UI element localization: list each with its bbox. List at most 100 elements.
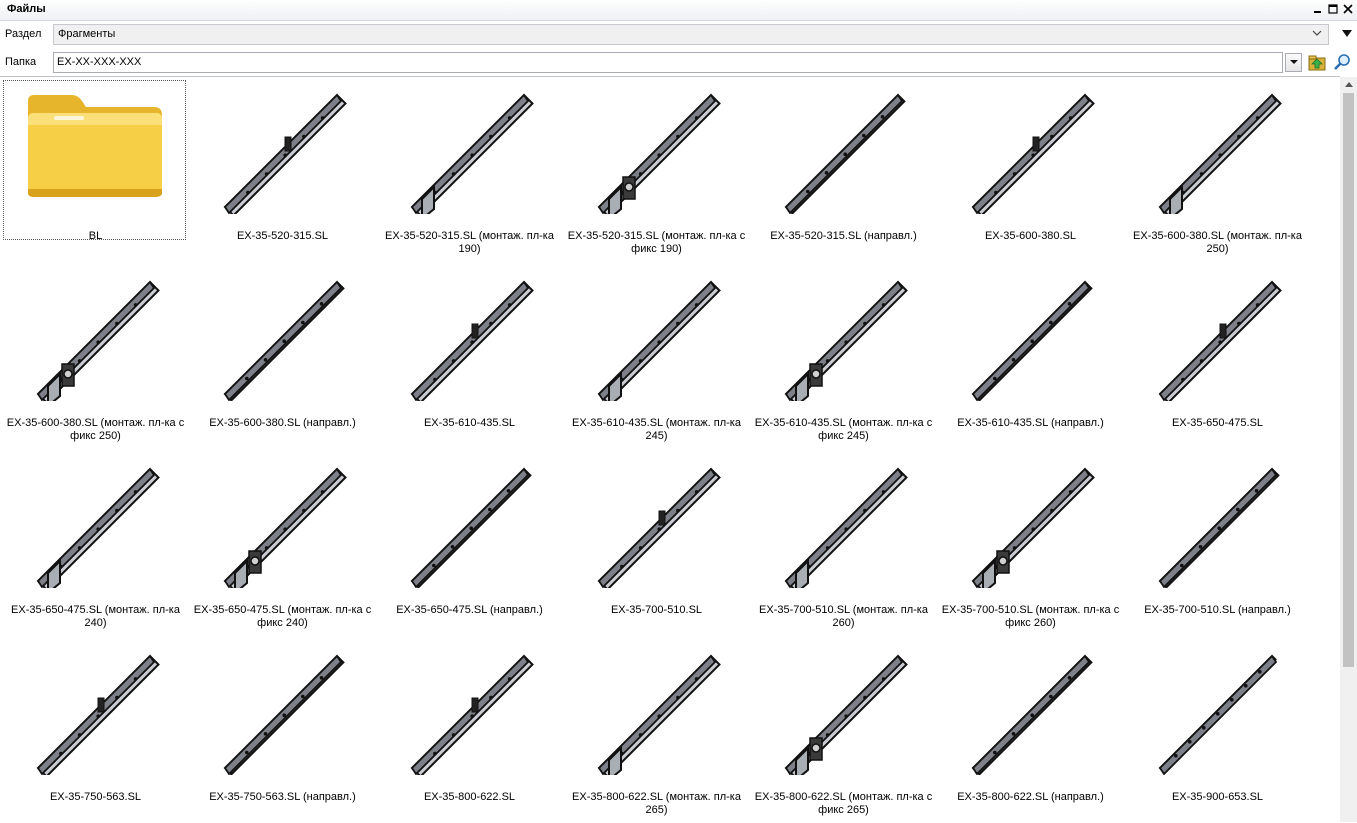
part-thumbnail-icon bbox=[591, 89, 721, 222]
file-item[interactable]: EX-35-650-475.SL bbox=[1124, 266, 1311, 453]
file-item-label: EX-35-610-435.SL (монтаж. пл-ка с фикс 2… bbox=[754, 417, 933, 442]
file-item-label: EX-35-600-380.SL (монтаж. пл-ка с фикс 2… bbox=[6, 417, 185, 442]
part-thumbnail-icon bbox=[778, 463, 908, 596]
part-thumbnail-icon bbox=[404, 650, 534, 778]
file-item[interactable]: EX-35-700-510.SL (направл.) bbox=[1124, 453, 1311, 640]
part-thumbnail-icon bbox=[591, 463, 721, 591]
file-item[interactable]: EX-35-700-510.SL bbox=[563, 453, 750, 640]
file-item-label: EX-35-800-622.SL (монтаж. пл-ка с фикс 2… bbox=[754, 791, 933, 816]
search-icon bbox=[1334, 54, 1350, 70]
folder-label: Папка bbox=[5, 56, 37, 68]
maximize-icon[interactable] bbox=[1327, 2, 1338, 16]
file-item-label: EX-35-700-510.SL (монтаж. пл-ка с фикс 2… bbox=[941, 604, 1120, 629]
part-thumbnail-icon bbox=[1152, 463, 1282, 589]
file-item[interactable]: EX-35-800-622.SL (направл.) bbox=[937, 640, 1124, 823]
file-item[interactable]: EX-35-520-315.SL (монтаж. пл-ка 190) bbox=[376, 79, 563, 266]
file-item[interactable]: EX-35-750-563.SL bbox=[2, 640, 189, 823]
folder-icon bbox=[24, 89, 162, 214]
file-item[interactable]: EX-35-650-475.SL (направл.) bbox=[376, 453, 563, 640]
file-item[interactable]: EX-35-650-475.SL (монтаж. пл-ка 240) bbox=[2, 453, 189, 640]
file-item-label: EX-35-610-435.SL (направл.) bbox=[957, 417, 1104, 429]
section-label: Раздел bbox=[5, 28, 42, 40]
file-item-label: EX-35-650-475.SL (монтаж. пл-ка с фикс 2… bbox=[193, 604, 372, 629]
file-item-label: EX-35-750-563.SL (направл.) bbox=[209, 791, 356, 803]
folder-up-icon bbox=[1308, 55, 1326, 71]
file-item-label: EX-35-800-622.SL (монтаж. пл-ка 265) bbox=[572, 791, 741, 816]
folder-item[interactable]: BL bbox=[3, 80, 186, 242]
file-item[interactable]: EX-35-600-380.SL (монтаж. пл-ка 250) bbox=[1124, 79, 1311, 266]
part-thumbnail-icon bbox=[778, 276, 908, 409]
file-item[interactable]: EX-35-650-475.SL (монтаж. пл-ка с фикс 2… bbox=[189, 453, 376, 640]
chevron-down-icon bbox=[1312, 30, 1322, 36]
part-thumbnail-icon bbox=[1152, 276, 1282, 404]
part-thumbnail-icon bbox=[217, 650, 347, 776]
file-item[interactable]: EX-35-610-435.SL (направл.) bbox=[937, 266, 1124, 453]
section-select[interactable]: Фрагменты bbox=[53, 24, 1329, 45]
file-item[interactable]: EX-35-600-380.SL (направл.) bbox=[189, 266, 376, 453]
part-thumbnail-icon bbox=[591, 650, 721, 783]
file-item-label: EX-35-700-510.SL bbox=[610, 604, 703, 616]
triangle-down-icon bbox=[1289, 60, 1298, 64]
file-item[interactable]: EX-35-800-622.SL (монтаж. пл-ка 265) bbox=[563, 640, 750, 823]
file-item-label: EX-35-800-622.SL (направл.) bbox=[957, 791, 1104, 803]
file-item-label: EX-35-900-653.SL bbox=[1171, 791, 1264, 803]
file-item-label: EX-35-520-315.SL (монтаж. пл-ка с фикс 1… bbox=[567, 230, 746, 255]
file-item-label: EX-35-700-510.SL (направл.) bbox=[1144, 604, 1291, 616]
file-item[interactable]: EX-35-600-380.SL bbox=[937, 79, 1124, 266]
file-item[interactable]: EX-35-520-315.SL (направл.) bbox=[750, 79, 937, 266]
file-item[interactable]: EX-35-610-435.SL bbox=[376, 266, 563, 453]
file-item[interactable]: EX-35-520-315.SL bbox=[189, 79, 376, 266]
file-grid: BL EX-35-520-315.SL EX-35-520-315.SL (монт… bbox=[2, 79, 1311, 823]
part-thumbnail-icon bbox=[404, 463, 534, 589]
file-item[interactable]: EX-35-610-435.SL (монтаж. пл-ка 245) bbox=[563, 266, 750, 453]
file-item[interactable]: EX-35-800-622.SL (монтаж. пл-ка с фикс 2… bbox=[750, 640, 937, 823]
part-thumbnail-icon bbox=[591, 276, 721, 409]
part-thumbnail-icon bbox=[965, 650, 1095, 776]
file-item[interactable]: EX-35-700-510.SL (монтаж. пл-ка с фикс 2… bbox=[937, 453, 1124, 640]
file-item[interactable]: EX-35-600-380.SL (монтаж. пл-ка с фикс 2… bbox=[2, 266, 189, 453]
file-item[interactable]: EX-35-800-622.SL bbox=[376, 640, 563, 823]
file-item[interactable]: EX-35-750-563.SL (направл.) bbox=[189, 640, 376, 823]
search-button[interactable] bbox=[1332, 52, 1352, 72]
part-thumbnail-icon bbox=[404, 89, 534, 222]
folder-dropdown-button[interactable] bbox=[1285, 53, 1302, 72]
part-thumbnail-icon bbox=[217, 463, 347, 596]
file-item-label: EX-35-610-435.SL (монтаж. пл-ка 245) bbox=[572, 417, 741, 442]
file-item-label: EX-35-600-380.SL (монтаж. пл-ка 250) bbox=[1133, 230, 1302, 255]
file-item-label: EX-35-520-315.SL (монтаж. пл-ка 190) bbox=[385, 230, 554, 255]
vertical-scrollbar[interactable] bbox=[1340, 77, 1357, 822]
section-value: Фрагменты bbox=[58, 28, 116, 40]
file-item[interactable]: EX-35-520-315.SL (монтаж. пл-ка с фикс 1… bbox=[563, 79, 750, 266]
file-item-label: EX-35-610-435.SL bbox=[423, 417, 516, 429]
file-item[interactable]: EX-35-610-435.SL (монтаж. пл-ка с фикс 2… bbox=[750, 266, 937, 453]
part-thumbnail-icon bbox=[30, 276, 160, 409]
file-grid-view: BL EX-35-520-315.SL EX-35-520-315.SL (монт… bbox=[0, 76, 1340, 823]
part-thumbnail-icon bbox=[965, 89, 1095, 217]
part-thumbnail-icon bbox=[1152, 89, 1282, 222]
part-thumbnail-icon bbox=[965, 463, 1095, 596]
file-item[interactable]: EX-35-900-653.SL bbox=[1124, 640, 1311, 823]
file-item-label: EX-35-750-563.SL bbox=[49, 791, 142, 803]
part-thumbnail-icon bbox=[217, 89, 347, 217]
section-menu-icon[interactable] bbox=[1337, 24, 1357, 44]
file-item-label: EX-35-520-315.SL (направл.) bbox=[770, 230, 917, 242]
window-title: Файлы bbox=[7, 3, 46, 15]
close-icon[interactable] bbox=[1342, 2, 1353, 16]
file-item-label: EX-35-600-380.SL (направл.) bbox=[209, 417, 356, 429]
part-thumbnail-icon bbox=[1152, 650, 1282, 776]
part-thumbnail-icon bbox=[778, 650, 908, 783]
folder-path-value: EX-XX-XXX-XXX bbox=[57, 56, 142, 68]
scrollbar-thumb[interactable] bbox=[1343, 93, 1354, 667]
file-item[interactable]: EX-35-700-510.SL (монтаж. пл-ка 260) bbox=[750, 453, 937, 640]
part-thumbnail-icon bbox=[217, 276, 347, 402]
folder-path-input[interactable]: EX-XX-XXX-XXX bbox=[53, 52, 1283, 73]
file-item-label: EX-35-650-475.SL bbox=[1171, 417, 1264, 429]
file-item-label: EX-35-650-475.SL (монтаж. пл-ка 240) bbox=[11, 604, 180, 629]
minimize-icon[interactable] bbox=[1312, 2, 1323, 16]
part-thumbnail-icon bbox=[30, 463, 160, 596]
file-item-label: EX-35-700-510.SL (монтаж. пл-ка 260) bbox=[759, 604, 928, 629]
folder-up-button[interactable] bbox=[1307, 52, 1327, 72]
window-titlebar: Файлы bbox=[0, 0, 1357, 21]
scroll-up-icon[interactable] bbox=[1340, 77, 1357, 92]
part-thumbnail-icon bbox=[778, 89, 908, 215]
